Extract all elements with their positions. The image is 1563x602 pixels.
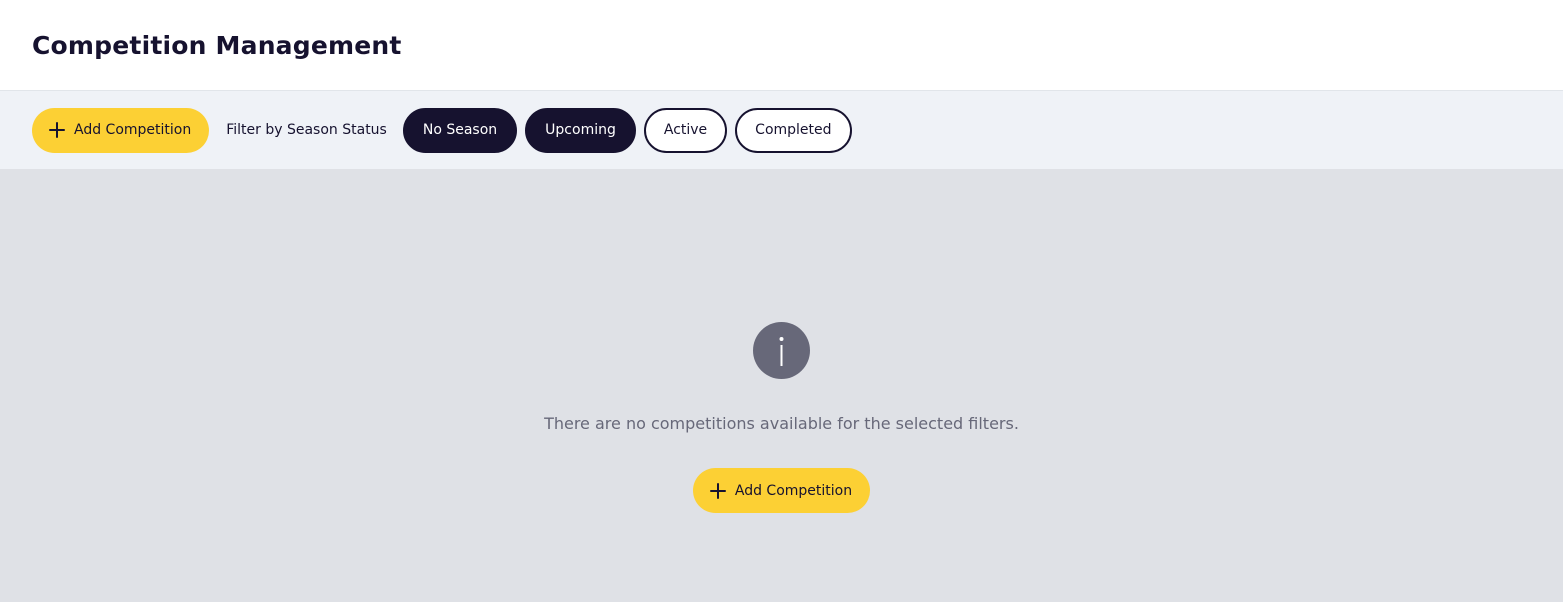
add-competition-button[interactable]: Add Competition [32,107,210,153]
info-icon [753,322,810,379]
filter-label: Filter by Season Status [226,122,387,138]
add-competition-button-empty[interactable]: Add Competition [692,468,871,513]
plus-icon [709,482,726,499]
page-title: Competition Management [32,30,402,60]
add-competition-label: Add Competition [734,482,853,499]
plus-icon [49,122,65,138]
filter-upcoming[interactable]: Upcoming [525,107,636,153]
empty-state-message: There are no competitions available for … [544,414,1019,433]
page-header: Competition Management [0,0,1563,91]
filter-active[interactable]: Active [643,107,728,153]
filter-toolbar: Add Competition Filter by Season Status … [0,91,1563,169]
filter-completed[interactable]: Completed [735,107,852,153]
empty-state: There are no competitions available for … [0,169,1563,602]
add-competition-label: Add Competition [74,122,192,138]
filter-no-season[interactable]: No Season [402,107,518,153]
